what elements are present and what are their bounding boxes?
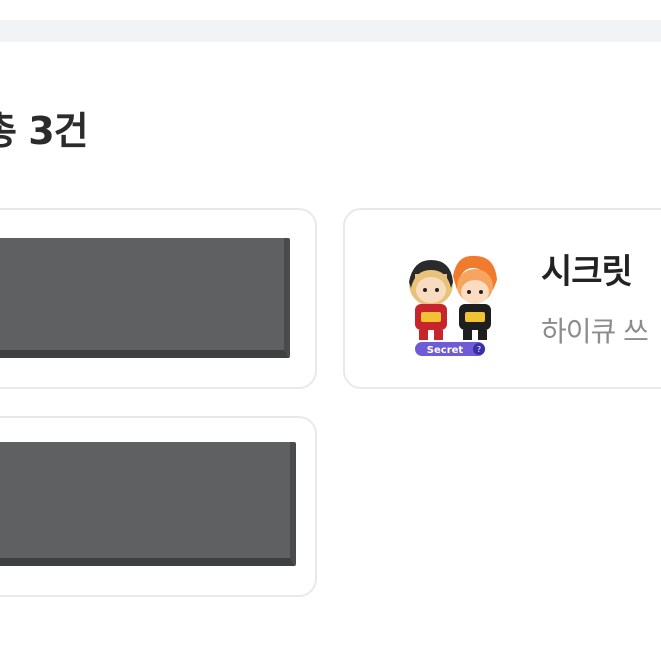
figure-left-icon bbox=[409, 260, 453, 340]
results-count-heading: 총 3건 bbox=[0, 109, 89, 153]
product-subtitle: 하이큐 쓰 bbox=[541, 315, 649, 348]
svg-text:?: ? bbox=[477, 345, 481, 354]
result-card-2[interactable]: Secret ? 시크릿 하이큐 쓰 bbox=[343, 208, 661, 389]
svg-text:Secret: Secret bbox=[427, 345, 464, 356]
result-card-1[interactable] bbox=[0, 208, 317, 389]
result-card-3[interactable] bbox=[0, 416, 317, 597]
censored-image-block bbox=[0, 238, 290, 358]
top-separator-band bbox=[0, 20, 661, 42]
figure-right-icon bbox=[453, 255, 497, 340]
secret-badge: Secret ? bbox=[415, 342, 485, 356]
product-title: 시크릿 bbox=[541, 252, 633, 292]
product-thumbnail: Secret ? bbox=[401, 246, 501, 358]
censored-image-block bbox=[0, 442, 296, 566]
